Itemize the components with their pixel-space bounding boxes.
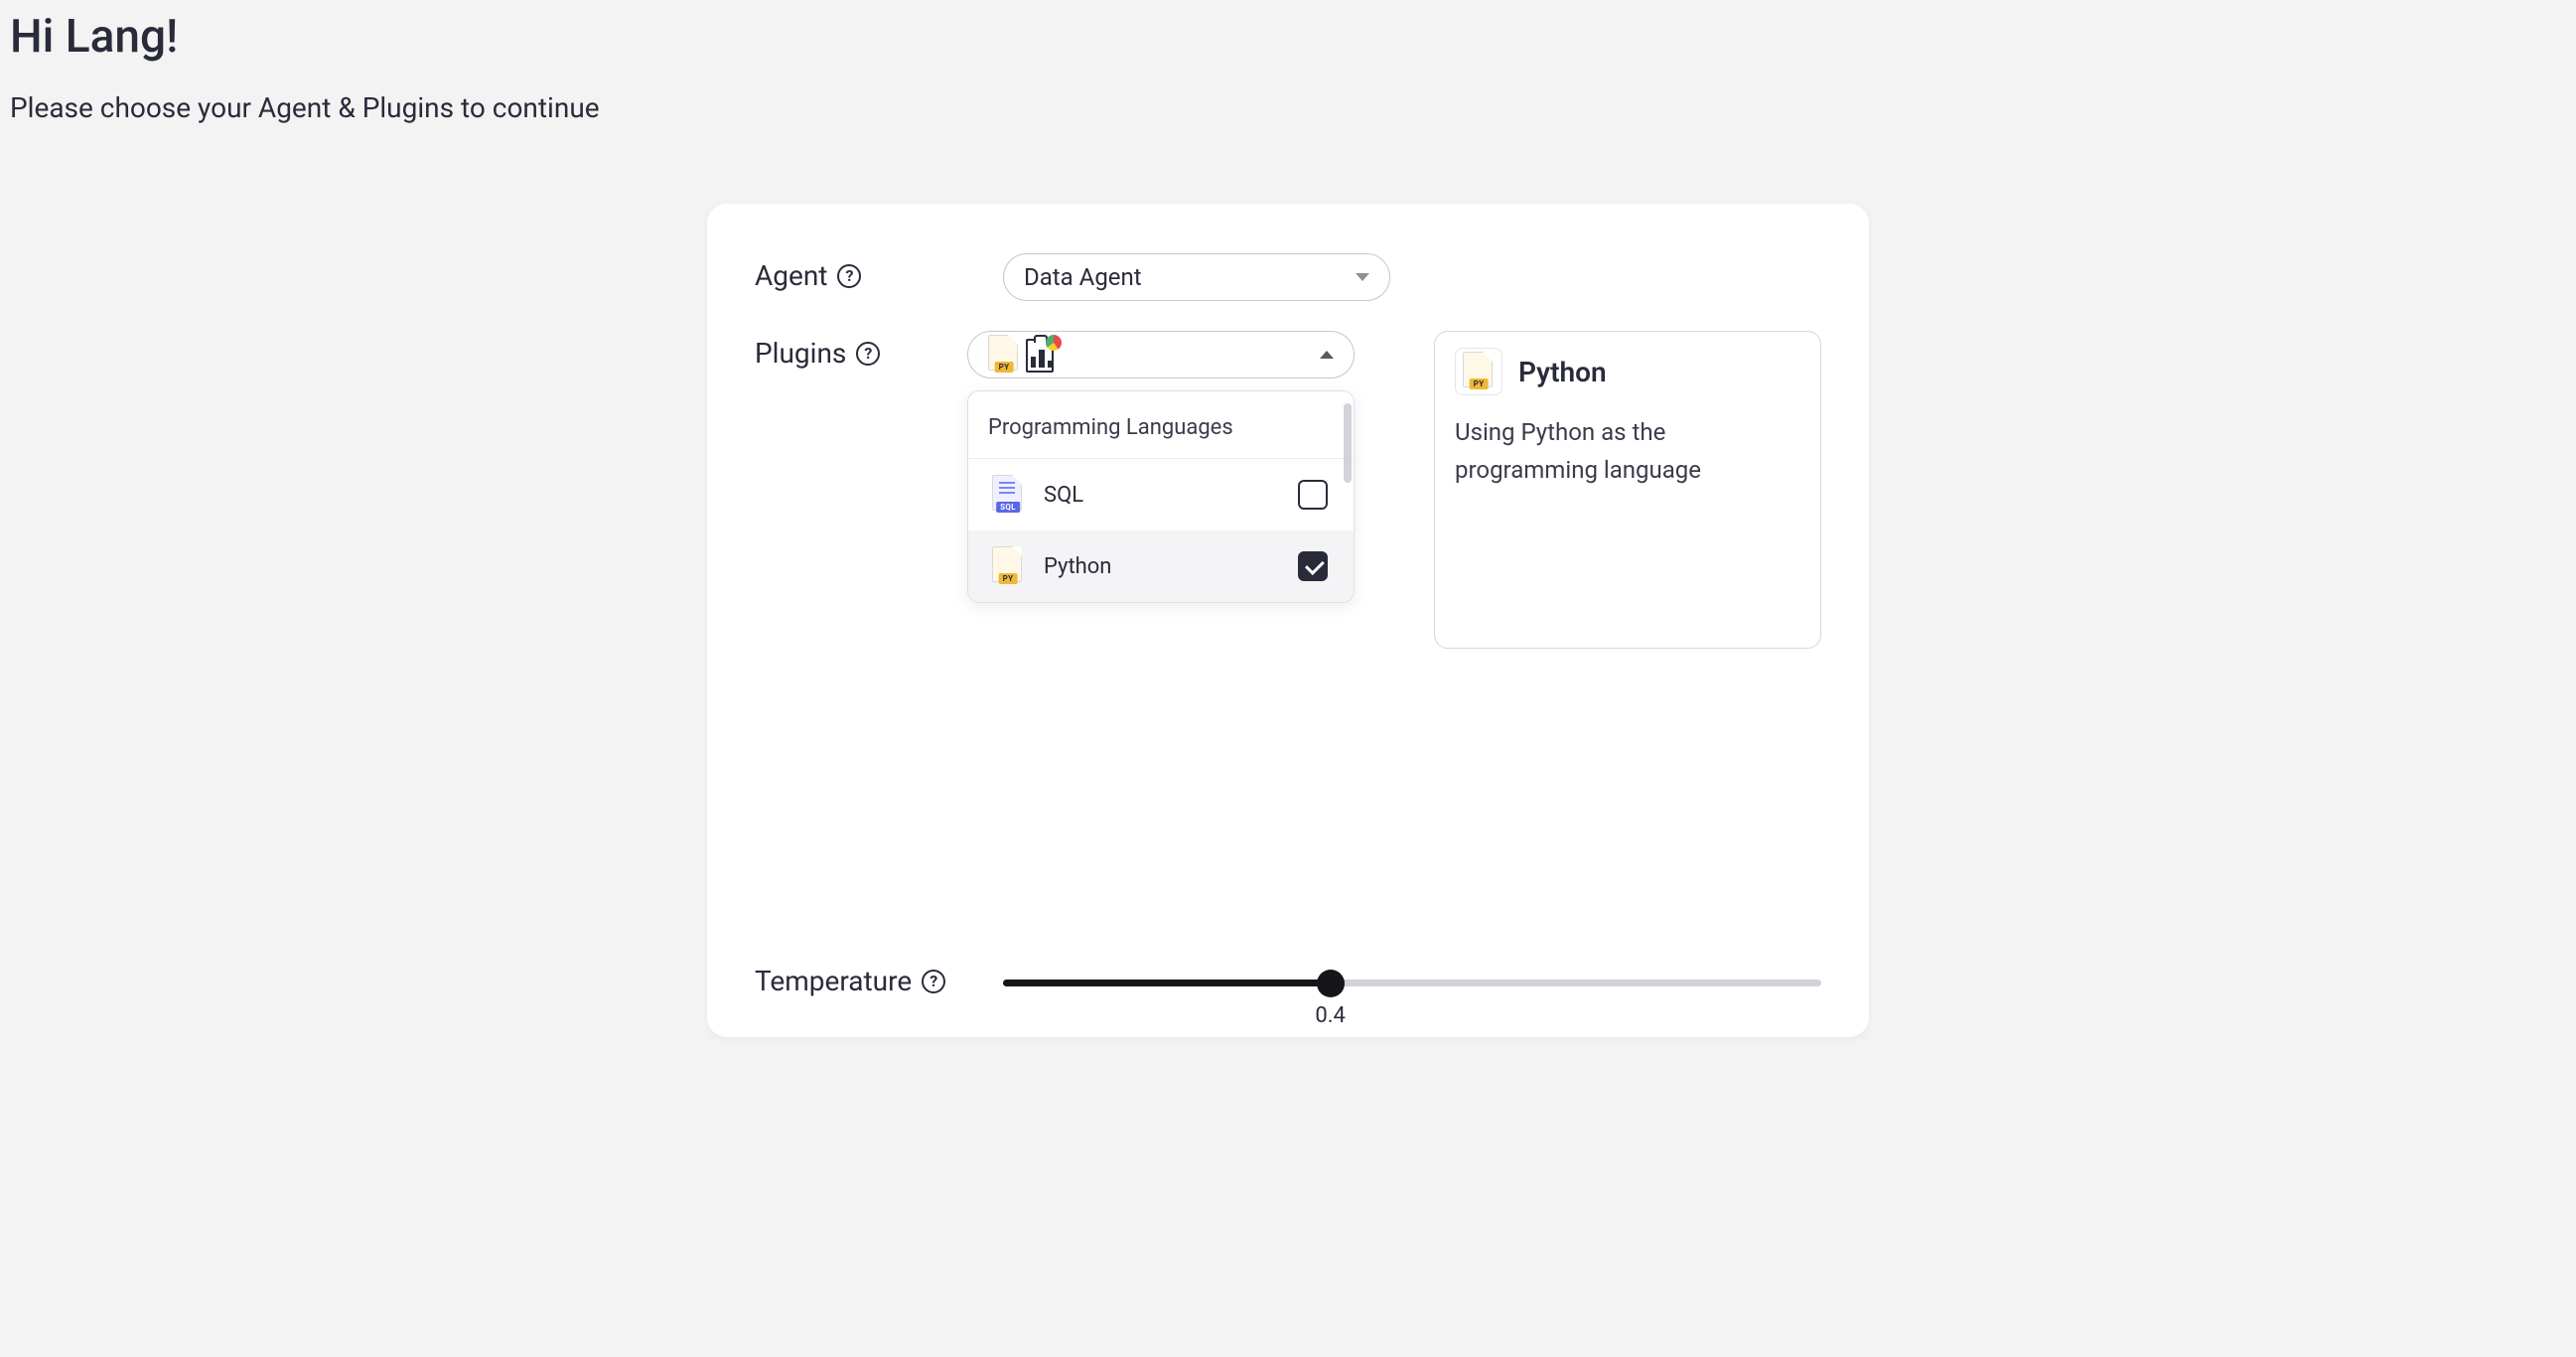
temperature-value: 0.4 [1315,1003,1346,1028]
plugin-option-sql-checkbox[interactable] [1298,480,1328,510]
plugins-help-icon[interactable]: ? [856,342,880,366]
chevron-up-icon [1320,351,1334,359]
agent-row: Agent ? Data Agent [755,253,1821,301]
greeting-heading: Hi Lang! [10,10,2566,64]
plugin-option-sql[interactable]: SQL SQL [968,459,1354,530]
agent-help-icon[interactable]: ? [837,264,861,288]
chevron-down-icon [1356,273,1369,281]
python-file-icon: PY [992,546,1024,586]
slider-fill [1003,980,1331,986]
subtitle-text: Please choose your Agent & Plugins to co… [10,91,2566,124]
temperature-slider[interactable]: 0.4 [1003,976,1821,986]
plugin-option-python-checkbox[interactable] [1298,551,1328,581]
report-analytics-icon [1026,337,1058,373]
plugins-select[interactable]: PY [967,331,1355,378]
python-file-icon: PY [988,335,1020,375]
plugin-option-python[interactable]: PY Python [968,530,1354,602]
plugin-option-label: Python [1044,554,1111,579]
temperature-row: Temperature ? 0.4 [755,965,1821,997]
python-file-icon: PY [1463,352,1495,391]
agent-select-value: Data Agent [1024,263,1142,291]
plugins-row: Plugins ? PY [755,331,1821,649]
scrollbar[interactable] [1344,403,1352,483]
slider-thumb[interactable] [1317,970,1345,997]
temperature-help-icon[interactable]: ? [922,970,945,993]
plugin-detail-description: Using Python as the programming language [1455,413,1800,490]
plugin-option-label: SQL [1044,483,1083,508]
plugin-detail-title: Python [1518,356,1607,388]
plugins-label: Plugins [755,337,846,370]
plugins-dropdown: Programming Languages SQL SQL [967,390,1355,603]
dropdown-group-header: Programming Languages [968,391,1354,459]
plugin-detail-card: PY Python Using Python as the programmin… [1434,331,1821,649]
plugin-detail-icon-box: PY [1455,348,1503,395]
sql-file-icon: SQL [992,475,1024,515]
agent-label: Agent [755,259,827,292]
temperature-label: Temperature [755,965,912,997]
agent-select[interactable]: Data Agent [1003,253,1390,301]
config-card: Agent ? Data Agent Plugins ? PY [707,204,1869,1037]
